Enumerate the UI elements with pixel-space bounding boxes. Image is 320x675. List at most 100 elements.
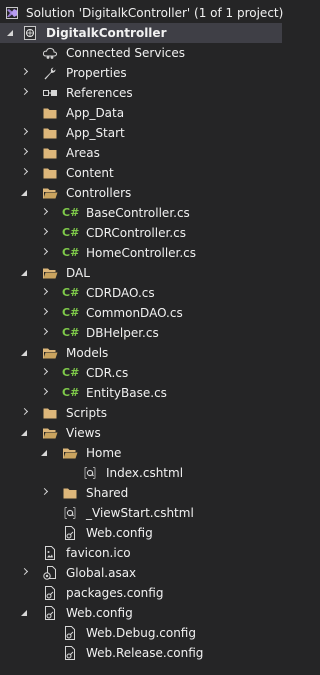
solution-label: Solution 'DigitalkController' (1 of 1 pr… [26, 6, 284, 20]
tree-row-viewstart[interactable]: _ViewStart.cshtml [0, 503, 282, 523]
tree-row-areas[interactable]: Areas [0, 143, 282, 163]
expanded-arrow-icon[interactable] [20, 183, 30, 203]
tree-row-commondao[interactable]: C# CommonDAO.cs [0, 303, 282, 323]
tree-item-label: CDRController.cs [86, 226, 186, 240]
solution-explorer-tree: Solution 'DigitalkController' (1 of 1 pr… [0, 3, 284, 663]
collapsed-arrow-icon[interactable] [40, 363, 50, 383]
tree-item-label: App_Data [66, 106, 125, 120]
folder-icon [42, 105, 58, 121]
tree-row-web-release-config[interactable]: Web.Release.config [0, 643, 282, 663]
tree-row-views-shared[interactable]: Shared [0, 483, 282, 503]
tree-item-label: Areas [66, 146, 100, 160]
collapsed-arrow-icon[interactable] [40, 203, 50, 223]
tree-row-content[interactable]: Content [0, 163, 282, 183]
tree-row-basecontroller[interactable]: C# BaseController.cs [0, 203, 282, 223]
collapsed-arrow-icon[interactable] [40, 223, 50, 243]
tree-item-label: DAL [66, 266, 90, 280]
tree-row-global-asax[interactable]: Global.asax [0, 563, 282, 583]
folder-icon [42, 125, 58, 141]
folder-icon [42, 145, 58, 161]
tree-row-controllers[interactable]: Controllers [0, 183, 282, 203]
tree-item-label: Controllers [66, 186, 132, 200]
tree-row-homecontroller[interactable]: C# HomeController.cs [0, 243, 282, 263]
tree-row-web-config[interactable]: Web.config [0, 603, 282, 623]
tree-row-views-home[interactable]: Home [0, 443, 282, 463]
collapsed-arrow-icon[interactable] [20, 83, 30, 103]
csharp-file-icon: C# [62, 326, 80, 339]
tree-item-label: Web.config [86, 526, 153, 540]
csharp-file-icon: C# [62, 226, 80, 239]
collapsed-arrow-icon[interactable] [40, 383, 50, 403]
connected-services-icon [42, 45, 58, 61]
collapsed-arrow-icon[interactable] [20, 143, 30, 163]
tree-row-index-cshtml[interactable]: Index.cshtml [0, 463, 282, 483]
config-file-icon [42, 585, 58, 601]
folder-icon [42, 165, 58, 181]
tree-row-scripts[interactable]: Scripts [0, 403, 282, 423]
tree-row-favicon[interactable]: favicon.ico [0, 543, 282, 563]
collapsed-arrow-icon[interactable] [20, 563, 30, 583]
wrench-icon [42, 65, 58, 81]
tree-row-references[interactable]: References [0, 83, 282, 103]
tree-row-properties[interactable]: Properties [0, 63, 282, 83]
tree-row-cdrcontroller[interactable]: C# CDRController.cs [0, 223, 282, 243]
tree-row-dbhelper[interactable]: C# DBHelper.cs [0, 323, 282, 343]
collapsed-arrow-icon[interactable] [20, 163, 30, 183]
folder-icon [42, 405, 58, 421]
config-file-icon [62, 525, 78, 541]
tree-item-label: CDRDAO.cs [86, 286, 155, 300]
tree-row-models[interactable]: Models [0, 343, 282, 363]
tree-item-label: packages.config [66, 586, 164, 600]
csharp-file-icon: C# [62, 366, 80, 379]
tree-row-cdr[interactable]: C# CDR.cs [0, 363, 282, 383]
collapsed-arrow-icon[interactable] [20, 63, 30, 83]
tree-row-entitybase[interactable]: C# EntityBase.cs [0, 383, 282, 403]
expanded-arrow-icon[interactable] [20, 343, 30, 363]
csharp-file-icon: C# [62, 306, 80, 319]
expanded-arrow-icon[interactable] [20, 423, 30, 443]
tree-item-label: Properties [66, 66, 127, 80]
tree-row-packages-config[interactable]: packages.config [0, 583, 282, 603]
tree-item-label: Home [86, 446, 122, 460]
tree-row-solution[interactable]: Solution 'DigitalkController' (1 of 1 pr… [0, 3, 284, 23]
expanded-arrow-icon[interactable] [20, 603, 30, 623]
image-file-icon [42, 545, 58, 561]
tree-item-label: Content [66, 166, 114, 180]
tree-item-label: Web.Release.config [86, 646, 204, 660]
tree-item-label: BaseController.cs [86, 206, 190, 220]
folder-open-icon [42, 185, 58, 201]
razor-file-icon [62, 505, 78, 521]
collapsed-arrow-icon[interactable] [40, 323, 50, 343]
tree-row-app-data[interactable]: App_Data [0, 103, 282, 123]
folder-open-icon [42, 345, 58, 361]
tree-row-dal[interactable]: DAL [0, 263, 282, 283]
folder-open-icon [62, 445, 78, 461]
tree-row-web-debug-config[interactable]: Web.Debug.config [0, 623, 282, 643]
expanded-arrow-icon[interactable] [20, 263, 30, 283]
collapsed-arrow-icon[interactable] [20, 403, 30, 423]
collapsed-arrow-icon[interactable] [40, 283, 50, 303]
csharp-file-icon: C# [62, 286, 80, 299]
tree-row-cdrdao[interactable]: C# CDRDAO.cs [0, 283, 282, 303]
solution-icon [4, 5, 20, 21]
project-label: DigitalkController [46, 26, 167, 40]
collapsed-arrow-icon[interactable] [40, 483, 50, 503]
config-file-icon [62, 645, 78, 661]
tree-row-connected-services[interactable]: Connected Services [0, 43, 282, 63]
csharp-file-icon: C# [62, 246, 80, 259]
tree-item-label: Index.cshtml [106, 466, 184, 480]
collapsed-arrow-icon[interactable] [40, 243, 50, 263]
tree-item-label: favicon.ico [66, 546, 131, 560]
collapsed-arrow-icon[interactable] [40, 303, 50, 323]
collapsed-arrow-icon[interactable] [20, 123, 30, 143]
tree-row-app-start[interactable]: App_Start [0, 123, 282, 143]
tree-item-label: Scripts [66, 406, 108, 420]
expanded-arrow-icon[interactable] [40, 443, 50, 463]
expanded-arrow-icon[interactable] [6, 23, 16, 43]
tree-item-label: CDR.cs [86, 366, 129, 380]
tree-row-views-web-config[interactable]: Web.config [0, 523, 282, 543]
tree-item-label: CommonDAO.cs [86, 306, 183, 320]
tree-item-label: DBHelper.cs [86, 326, 159, 340]
tree-row-views[interactable]: Views [0, 423, 282, 443]
tree-row-project[interactable]: DigitalkController [0, 23, 282, 43]
